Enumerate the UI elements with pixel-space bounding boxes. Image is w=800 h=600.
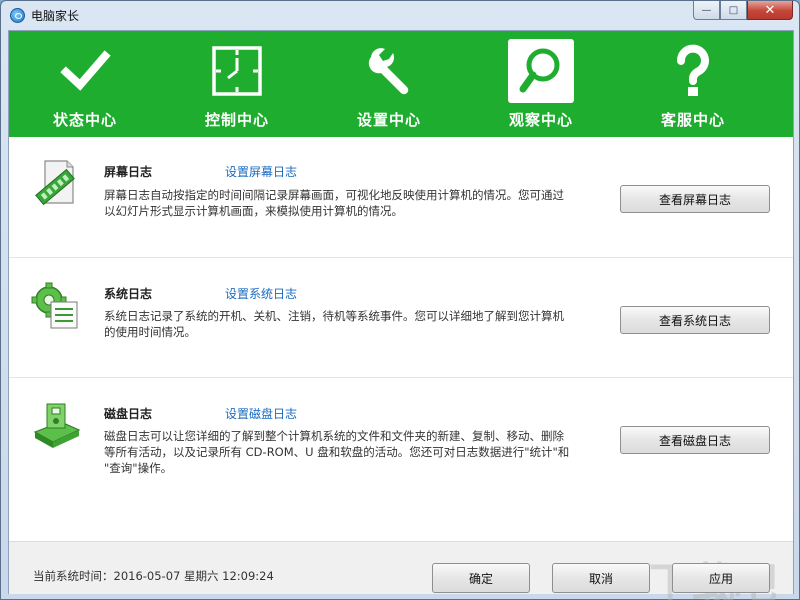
description-line: 的使用时间情况。	[104, 325, 196, 339]
section-description: 磁盘日志可以让您详细的了解到整个计算机系统的文件和文件夹的新建、复制、移动、删除…	[104, 428, 596, 476]
section-title: 磁盘日志	[104, 407, 153, 421]
section-description: 系统日志记录了系统的开机、关机、注销，待机等系统事件。您可以详细地了解到您计算机…	[104, 308, 596, 340]
view-screen-log-button[interactable]: 查看屏幕日志	[620, 185, 770, 213]
set-disk-log-link[interactable]: 设置磁盘日志	[225, 405, 297, 422]
title-bar[interactable]: 电脑家长 — □ ✕	[1, 1, 799, 30]
minimize-icon: —	[701, 4, 712, 16]
description-line: 等所有活动，以及记录所有 CD-ROM、U 盘和软盘的活动。您还可对日志数据进行…	[104, 445, 570, 459]
description-line: "查询"操作。	[104, 461, 173, 475]
screen-log-icon	[31, 157, 81, 207]
client-area: 状态中心 控制中心 设置中心 观察中心 客服中心 屏幕日志 设置屏幕日志 屏幕日…	[8, 30, 794, 600]
nav-label: 状态中心	[52, 111, 117, 129]
nav-bar: 状态中心 控制中心 设置中心 观察中心 客服中心	[9, 31, 793, 137]
description-line: 系统日志记录了系统的开机、关机、注销，待机等系统事件。您可以详细地了解到您计算机	[104, 309, 564, 323]
maximize-button[interactable]: □	[720, 1, 747, 20]
disk-log-icon	[31, 400, 81, 450]
footer-bar: 下载吧 当前系统时间：2016-05-07 星期六 12:09:24 确定 取消…	[9, 541, 793, 600]
disk-log-section: 磁盘日志 设置磁盘日志 磁盘日志可以让您详细的了解到整个计算机系统的文件和文件夹…	[9, 377, 793, 497]
close-icon: ✕	[764, 2, 776, 18]
window-controls: — □ ✕	[693, 1, 793, 21]
view-disk-log-button[interactable]: 查看磁盘日志	[620, 426, 770, 454]
system-log-section: 系统日志 设置系统日志 系统日志记录了系统的开机、关机、注销，待机等系统事件。您…	[9, 257, 793, 377]
checkmark-icon	[52, 39, 118, 103]
magnifier-icon	[508, 39, 574, 103]
window-title: 电脑家长	[31, 9, 80, 23]
nav-control-center[interactable]: 控制中心	[161, 31, 313, 137]
nav-label: 设置中心	[356, 111, 421, 129]
description-line: 屏幕日志自动按指定的时间间隔记录屏幕画面，可视化地反映使用计算机的情况。您可通过	[104, 188, 564, 202]
minimize-button[interactable]: —	[693, 1, 720, 20]
nav-observe-center[interactable]: 观察中心	[465, 31, 617, 137]
current-time-label: 当前系统时间：2016-05-07 星期六 12:09:24	[33, 569, 274, 583]
app-logo-icon	[10, 8, 25, 23]
maximize-icon: □	[728, 4, 739, 16]
nav-settings-center[interactable]: 设置中心	[313, 31, 465, 137]
ok-button[interactable]: 确定	[432, 563, 530, 593]
screen-log-section: 屏幕日志 设置屏幕日志 屏幕日志自动按指定的时间间隔记录屏幕画面，可视化地反映使…	[9, 137, 793, 257]
section-description: 屏幕日志自动按指定的时间间隔记录屏幕画面，可视化地反映使用计算机的情况。您可通过…	[104, 187, 596, 219]
description-line: 以幻灯片形式显示计算机画面，来模拟使用计算机的情况。	[104, 204, 403, 218]
system-log-icon	[31, 280, 81, 330]
section-title: 屏幕日志	[104, 165, 153, 179]
nav-label: 客服中心	[660, 111, 725, 129]
nav-label: 控制中心	[204, 111, 269, 129]
app-window: 电脑家长 — □ ✕ 状态中心 控制中心 设置中心 观察中心 客服中心 屏幕日志…	[0, 0, 800, 600]
clock-icon	[204, 39, 270, 103]
question-icon	[660, 39, 726, 103]
set-screen-log-link[interactable]: 设置屏幕日志	[225, 163, 297, 180]
wrench-icon	[356, 39, 422, 103]
view-system-log-button[interactable]: 查看系统日志	[620, 306, 770, 334]
close-button[interactable]: ✕	[747, 1, 793, 20]
apply-button[interactable]: 应用	[672, 563, 770, 593]
nav-service-center[interactable]: 客服中心	[617, 31, 769, 137]
nav-label: 观察中心	[508, 111, 573, 129]
section-title: 系统日志	[104, 287, 153, 301]
cancel-button[interactable]: 取消	[552, 563, 650, 593]
nav-status-center[interactable]: 状态中心	[9, 31, 161, 137]
set-system-log-link[interactable]: 设置系统日志	[225, 285, 297, 302]
description-line: 磁盘日志可以让您详细的了解到整个计算机系统的文件和文件夹的新建、复制、移动、删除	[104, 429, 564, 443]
